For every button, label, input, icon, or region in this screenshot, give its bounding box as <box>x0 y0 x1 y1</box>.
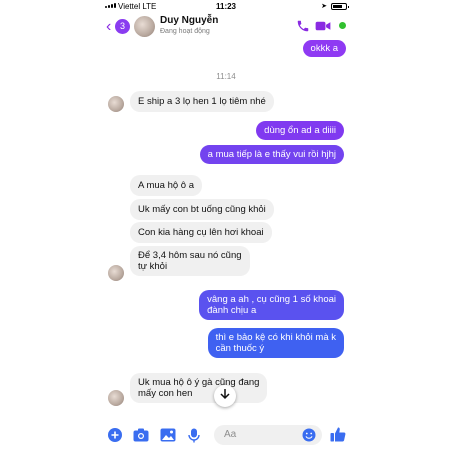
contact-name[interactable]: Duy Nguyễn <box>160 15 218 26</box>
message-text: cần thuốc ý <box>215 343 265 354</box>
unread-badge: 3 <box>115 19 130 34</box>
plus-icon[interactable] <box>108 428 122 447</box>
message-bubble-incoming[interactable]: E ship a 3 lọ hen 1 lọ tiêm nhé <box>130 91 274 112</box>
message-bubble-outgoing[interactable]: okkk a <box>302 40 346 57</box>
scroll-down-arrow-icon <box>220 387 230 405</box>
clock: 11:23 <box>215 2 237 11</box>
phone-icon[interactable] <box>296 19 310 38</box>
sender-avatar <box>108 265 124 281</box>
message-text: vâng a ah , cụ cũng 1 số khoai <box>207 294 336 305</box>
video-camera-icon[interactable] <box>315 19 331 38</box>
message-bubble-outgoing[interactable]: vâng a ah , cụ cũng 1 số khoai đành chịu… <box>199 290 344 320</box>
message-text: dùng ổn ad a diiii <box>264 125 336 136</box>
back-chevron-icon[interactable]: ‹ <box>106 19 111 35</box>
message-text: E ship a 3 lọ hen 1 lọ tiêm nhé <box>138 96 266 107</box>
online-indicator <box>338 21 347 30</box>
message-bubble-incoming[interactable]: A mua hộ ô a <box>130 175 202 196</box>
contact-avatar[interactable] <box>134 16 155 37</box>
microphone-icon[interactable] <box>188 428 200 448</box>
message-text: Con kia hàng cụ lên hơi khoai <box>138 227 264 238</box>
timestamp: 11:14 <box>216 72 236 81</box>
image-icon[interactable] <box>160 428 176 447</box>
message-composer: Aa <box>100 420 352 450</box>
message-text: Để 3,4 hôm sau nó cũng <box>138 250 242 261</box>
message-text: A mua hộ ô a <box>138 180 194 191</box>
message-text: okkk a <box>310 43 338 54</box>
message-bubble-incoming[interactable]: Uk mấy con bt uống cũng khỏi <box>130 199 274 220</box>
status-bar: Viettel LTE 11:23 ➤ <box>100 0 352 14</box>
message-placeholder: Aa <box>224 429 237 440</box>
message-text: tự khỏi <box>138 261 168 272</box>
message-bubble-outgoing[interactable]: thì e bảo kệ có khi khỏi mà k cần thuốc … <box>207 328 344 358</box>
emoji-icon[interactable] <box>302 428 316 447</box>
scroll-down-button[interactable] <box>214 385 236 407</box>
message-bubble-incoming[interactable]: Uk mua hộ ô ý gà cũng đang mấy con hen <box>130 373 268 403</box>
chat-header: ‹ 3 Duy Nguyễn Đang hoạt động <box>100 14 352 40</box>
location-icon: ➤ <box>321 3 327 10</box>
like-thumb-icon[interactable] <box>330 426 346 447</box>
message-text: Uk mua hộ ô ý gà cũng đang <box>138 377 260 388</box>
message-text: thì e bảo kệ có khi khỏi mà k <box>215 332 336 343</box>
sender-avatar <box>108 96 124 112</box>
message-text: mấy con hen <box>138 388 193 399</box>
message-bubble-incoming[interactable]: Để 3,4 hôm sau nó cũng tự khỏi <box>130 246 250 276</box>
messenger-screen: Viettel LTE 11:23 ➤ ‹ 3 Duy Nguyễn Đang … <box>100 0 352 450</box>
camera-icon[interactable] <box>133 428 149 447</box>
battery-icon <box>331 2 349 10</box>
message-text: Uk mấy con bt uống cũng khỏi <box>138 204 266 215</box>
message-text: đành chịu a <box>207 305 257 316</box>
message-input[interactable]: Aa <box>214 425 322 445</box>
message-bubble-outgoing[interactable]: a mua tiếp là e thấy vui rồi hjhj <box>199 145 344 164</box>
message-bubble-outgoing[interactable]: dùng ổn ad a diiii <box>256 121 344 140</box>
presence-status: Đang hoạt động <box>160 28 210 35</box>
message-text: a mua tiếp là e thấy vui rồi hjhj <box>207 149 336 160</box>
sender-avatar <box>108 390 124 406</box>
message-bubble-incoming[interactable]: Con kia hàng cụ lên hơi khoai <box>130 222 272 243</box>
